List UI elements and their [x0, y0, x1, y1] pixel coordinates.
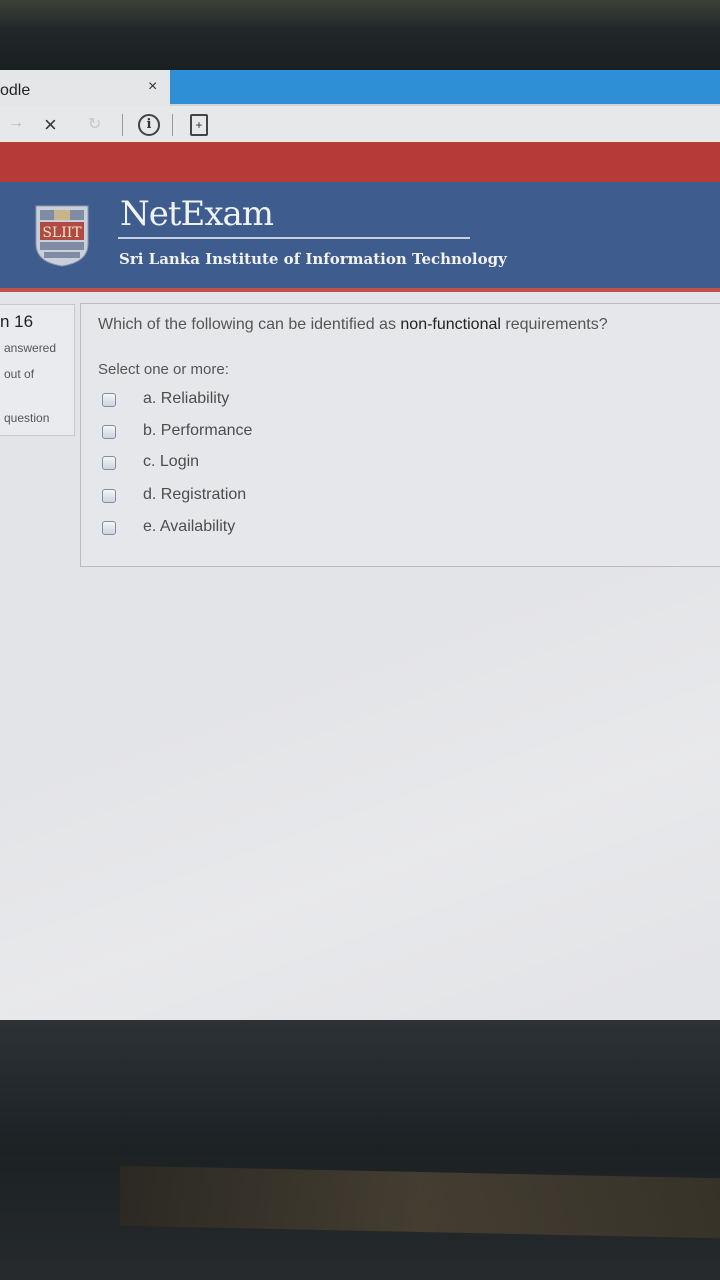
- reload-icon[interactable]: ↻: [88, 114, 101, 134]
- site-brand-title: NetExam: [120, 194, 274, 234]
- question-state: answered: [4, 341, 57, 355]
- question-emphasis: non-functional: [400, 316, 501, 333]
- sliit-logo-icon: SLIIT: [35, 205, 89, 267]
- question-marks: out of: [4, 367, 35, 381]
- institution-name: Sri Lanka Institute of Information Techn…: [119, 250, 507, 268]
- option-label[interactable]: a. Reliability: [143, 390, 229, 408]
- option-checkbox[interactable]: [102, 521, 116, 535]
- question-number: n 16: [0, 312, 34, 331]
- tab-title: odle: [0, 82, 31, 99]
- site-info-icon[interactable]: i: [138, 114, 160, 136]
- bookmark-add-icon[interactable]: +: [190, 114, 208, 136]
- svg-text:SLIIT: SLIIT: [42, 225, 82, 241]
- site-top-band: [0, 142, 720, 182]
- desk-surface: [120, 1165, 720, 1239]
- option-checkbox[interactable]: [102, 456, 116, 470]
- option-checkbox[interactable]: [102, 393, 116, 407]
- tab-close-icon[interactable]: ×: [148, 78, 157, 96]
- option-label[interactable]: c. Login: [143, 453, 199, 471]
- question-text: Which of the following can be identified…: [98, 316, 608, 333]
- option-label[interactable]: d. Registration: [143, 486, 246, 504]
- option-checkbox[interactable]: [102, 425, 116, 439]
- browser-navbar: [0, 106, 720, 142]
- screen-bezel-bottom: [0, 1020, 720, 1280]
- option-label[interactable]: b. Performance: [143, 422, 252, 440]
- back-arrow-icon[interactable]: →: [8, 114, 24, 132]
- toolbar-divider: [122, 114, 123, 136]
- option-label[interactable]: e. Availability: [143, 518, 235, 536]
- brand-underline: [118, 237, 470, 239]
- answer-prompt: Select one or more:: [98, 361, 229, 378]
- new-tab-area[interactable]: [170, 70, 720, 104]
- screen-bezel-top: [0, 0, 720, 70]
- stop-loading-icon[interactable]: ×: [44, 112, 57, 138]
- flag-question-link[interactable]: question: [4, 411, 49, 425]
- option-checkbox[interactable]: [102, 489, 116, 503]
- toolbar-divider: [172, 114, 173, 136]
